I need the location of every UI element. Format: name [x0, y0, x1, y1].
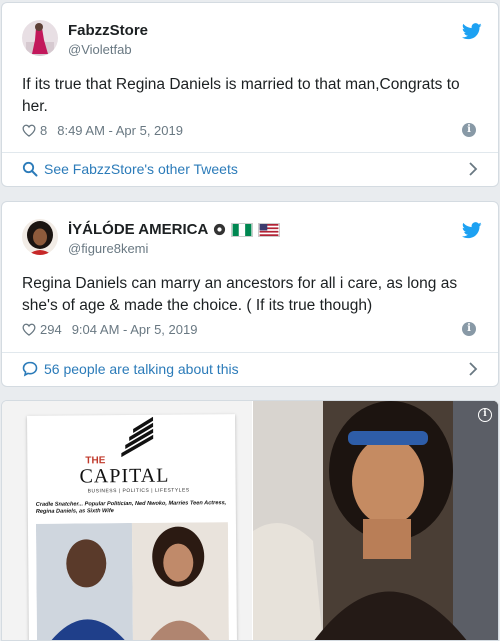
tweet-card-fabzzstore[interactable]: FabzzStore @Violetfab If its true that R… [1, 2, 499, 187]
search-icon [22, 161, 38, 177]
info-icon[interactable]: i [462, 123, 476, 137]
tweet-card-iyalode[interactable]: İYÁLÓDE AMERICA @figure8kemi Regina Dani… [1, 201, 499, 387]
usa-flag-icon [258, 222, 281, 237]
avatar[interactable] [22, 20, 58, 56]
author-name[interactable]: İYÁLÓDE AMERICA [68, 221, 208, 238]
see-other-tweets-label: See FabzzStore's other Tweets [44, 161, 238, 177]
see-other-tweets-link[interactable]: See FabzzStore's other Tweets [22, 157, 478, 181]
chevron-right-icon [469, 162, 478, 176]
tweet-text: Regina Daniels can marry an ancestors fo… [22, 275, 458, 314]
like-count[interactable]: 294 [40, 322, 62, 337]
capital-logo-icon [121, 416, 154, 458]
heart-icon[interactable] [22, 323, 36, 336]
author-handle[interactable]: @figure8kemi [68, 241, 148, 256]
magazine-subtitle: BUSINESS | POLITICS | LIFESTYLES [87, 487, 190, 495]
tweet-meta: 294 9:04 AM - Apr 5, 2019 i [22, 320, 476, 338]
chevron-right-icon [469, 362, 478, 376]
people-talking-label: 56 people are talking about this [44, 361, 239, 377]
divider [2, 352, 498, 353]
verified-badge-icon [214, 223, 226, 236]
author-handle[interactable]: @Violetfab [68, 42, 132, 57]
nigeria-flag-icon [231, 222, 254, 237]
magazine-page: THE CAPITAL BUSINESS | POLITICS | LIFEST… [27, 414, 237, 640]
people-talking-link[interactable]: 56 people are talking about this [22, 357, 478, 381]
twitter-bird-icon[interactable] [462, 23, 482, 40]
magazine-headline: Cradle Snatcher... Popular Politician, N… [35, 500, 227, 515]
info-icon[interactable]: i [478, 408, 492, 422]
divider [2, 152, 498, 153]
info-icon[interactable]: i [462, 322, 476, 336]
author-name[interactable]: FabzzStore [68, 22, 148, 39]
like-count[interactable]: 8 [40, 123, 47, 138]
magazine-title: CAPITAL [79, 464, 170, 488]
comment-icon [22, 361, 38, 377]
tweet-meta: 8 8:49 AM - Apr 5, 2019 i [22, 121, 476, 139]
magazine-image[interactable]: THE CAPITAL BUSINESS | POLITICS | LIFEST… [2, 401, 252, 640]
avatar[interactable] [22, 219, 58, 255]
portrait-image[interactable]: i [253, 401, 498, 640]
media-card[interactable]: THE CAPITAL BUSINESS | POLITICS | LIFEST… [1, 400, 499, 641]
tweet-header: FabzzStore @Violetfab [22, 18, 482, 62]
heart-icon[interactable] [22, 124, 36, 137]
author-name-row: İYÁLÓDE AMERICA [68, 221, 281, 238]
twitter-bird-icon[interactable] [462, 222, 482, 239]
portrait-photo [253, 401, 498, 640]
magazine-photo [35, 522, 229, 640]
tweet-header: İYÁLÓDE AMERICA @figure8kemi [22, 217, 482, 261]
tweet-text: If its true that Regina Daniels is marri… [22, 76, 460, 115]
tweet-timestamp[interactable]: 9:04 AM - Apr 5, 2019 [72, 322, 198, 337]
tweet-timestamp[interactable]: 8:49 AM - Apr 5, 2019 [57, 123, 183, 138]
